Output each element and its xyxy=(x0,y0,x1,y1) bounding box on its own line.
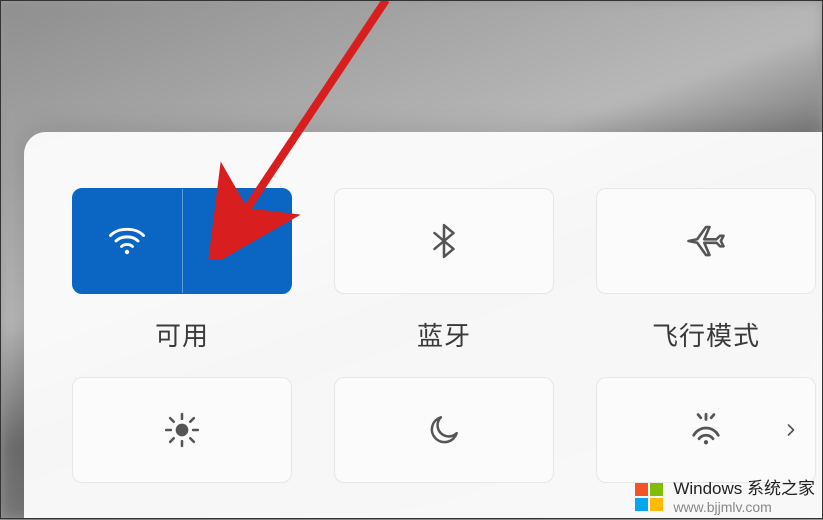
wifi-icon xyxy=(105,219,149,263)
bluetooth-label: 蓝牙 xyxy=(417,316,471,353)
wifi-toggle[interactable] xyxy=(73,189,183,293)
airplane-cell: 飞行模式 xyxy=(596,188,816,353)
moon-icon xyxy=(425,411,463,449)
bluetooth-icon xyxy=(425,222,463,260)
watermark-line2: www.bjjmlv.com xyxy=(673,499,815,515)
bluetooth-cell: 蓝牙 xyxy=(334,188,554,353)
hotspot-icon xyxy=(685,409,727,451)
quick-settings-panel: 可用 蓝牙 飞行模式 xyxy=(24,132,823,519)
wifi-cell: 可用 xyxy=(72,188,292,353)
chevron-right-icon xyxy=(781,420,801,440)
hotspot-tile[interactable] xyxy=(596,377,816,483)
wifi-tile[interactable] xyxy=(72,188,292,294)
watermark-logo-icon xyxy=(631,479,667,515)
wifi-label: 可用 xyxy=(155,316,209,353)
wifi-expand-button[interactable] xyxy=(183,189,292,293)
brightness-cell xyxy=(72,377,292,483)
watermark: Windows 系统之家 www.bjjmlv.com xyxy=(631,479,815,515)
nightlight-cell xyxy=(334,377,554,483)
airplane-label: 飞行模式 xyxy=(652,316,760,353)
chevron-right-icon xyxy=(224,228,250,254)
watermark-line1: Windows 系统之家 xyxy=(673,479,815,499)
quick-settings-grid: 可用 蓝牙 飞行模式 xyxy=(72,188,775,483)
brightness-icon xyxy=(163,411,201,449)
brightness-tile[interactable] xyxy=(72,377,292,483)
airplane-icon xyxy=(685,220,727,262)
airplane-tile[interactable] xyxy=(596,188,816,294)
hotspot-cell xyxy=(596,377,816,483)
nightlight-tile[interactable] xyxy=(334,377,554,483)
bluetooth-tile[interactable] xyxy=(334,188,554,294)
